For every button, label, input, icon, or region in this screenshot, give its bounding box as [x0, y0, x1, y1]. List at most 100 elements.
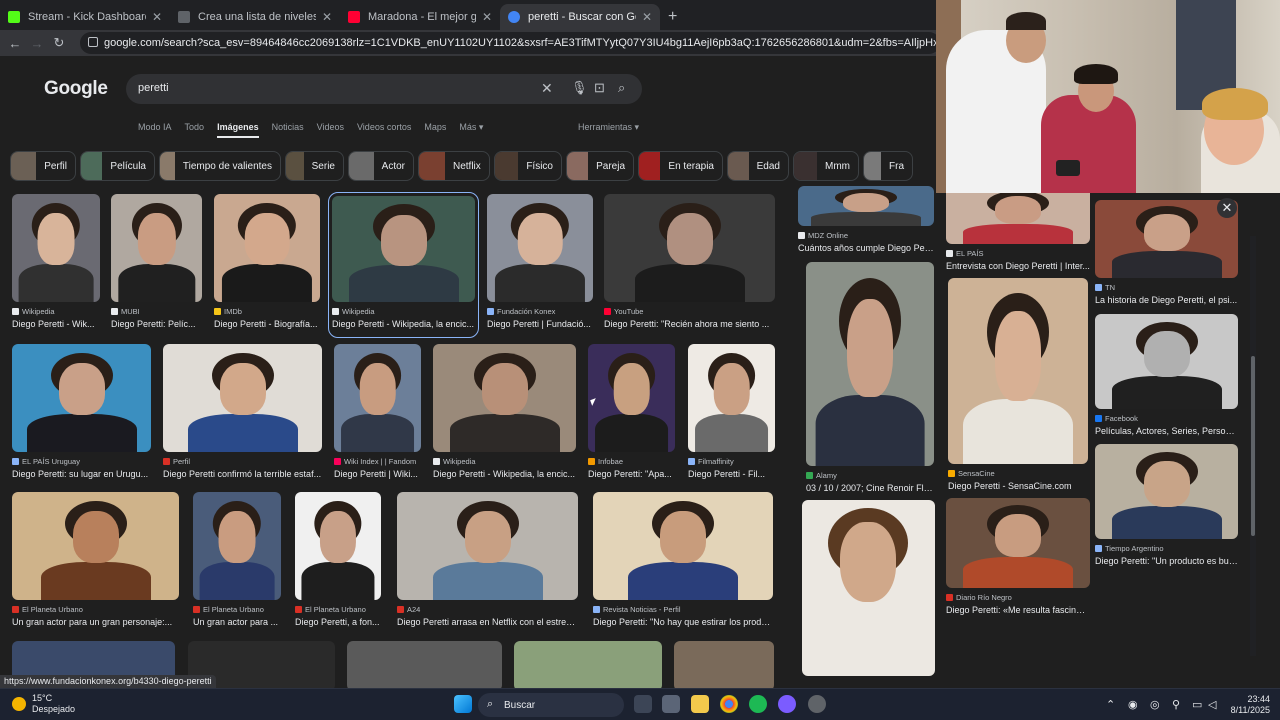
result-thumbnail[interactable] — [593, 492, 773, 600]
obs-icon[interactable] — [808, 695, 826, 713]
result-thumbnail[interactable] — [193, 492, 281, 600]
address-bar[interactable]: google.com/search?sca_esv=89464846cc2069… — [80, 32, 940, 54]
new-tab-button[interactable]: + — [660, 4, 685, 30]
image-result[interactable]: EL PAÍS Entrevista con Diego Peretti | In… — [946, 186, 1090, 276]
image-result[interactable] — [514, 641, 662, 688]
image-result[interactable]: MUBI Diego Peretti: Pelíc... — [111, 194, 202, 334]
result-caption[interactable]: Diego Peretti: «Me resulta fascinan... — [946, 605, 1090, 615]
task-view-icon[interactable] — [634, 695, 652, 713]
image-result[interactable]: YouTube Diego Peretti: "Recién ahora me s… — [604, 194, 775, 334]
reload-icon[interactable]: ↻ — [48, 35, 70, 51]
chip-10[interactable]: Mmm — [793, 151, 859, 181]
tools-button[interactable]: Herramientas ▾ — [578, 122, 639, 133]
result-caption[interactable]: Películas, Actores, Series, Person... — [1095, 426, 1238, 436]
image-result[interactable]: MDZ Online Cuántos años cumple Diego Pere… — [798, 186, 934, 258]
chip-5[interactable]: Netflix — [418, 151, 490, 181]
clear-icon[interactable]: ✕ — [541, 80, 553, 97]
close-tab-icon[interactable]: ✕ — [642, 10, 652, 24]
tab-kick[interactable]: Stream - Kick Dashboard ✕ — [0, 4, 170, 30]
result-thumbnail[interactable] — [946, 186, 1090, 244]
result-thumbnail[interactable] — [12, 344, 151, 452]
result-thumbnail[interactable] — [688, 344, 775, 452]
chip-11[interactable]: Fra — [863, 151, 913, 181]
result-thumbnail[interactable] — [111, 194, 202, 302]
result-caption[interactable]: Diego Peretti: Pelíc... — [111, 319, 202, 329]
image-result[interactable]: Facebook Películas, Actores, Series, Pers… — [1095, 314, 1238, 441]
tab-maradona[interactable]: Maradona - El mejor gol del sig ✕ — [340, 4, 500, 30]
image-result[interactable] — [802, 500, 935, 676]
forward-icon[interactable]: → — [26, 36, 48, 51]
spotify-icon[interactable] — [749, 695, 767, 713]
tray-icon[interactable]: ⚲ — [1172, 698, 1180, 711]
result-thumbnail[interactable] — [1095, 314, 1238, 409]
image-result[interactable]: Alamy 03 / 10 / 2007; Cine Renoir Florida… — [806, 262, 934, 498]
image-result[interactable]: Wikipedia Diego Peretti - Wikipedia, la e… — [328, 192, 479, 338]
store-icon[interactable] — [662, 695, 680, 713]
result-thumbnail[interactable] — [295, 492, 381, 600]
tab-google-search[interactable]: peretti - Buscar con Google ✕ — [500, 4, 660, 30]
result-thumbnail[interactable] — [948, 278, 1088, 464]
image-result[interactable]: El Planeta Urbano Un gran actor para un g… — [12, 492, 179, 632]
result-caption[interactable]: Diego Peretti - Wik... — [12, 319, 100, 329]
close-icon[interactable]: ✕ — [1217, 198, 1237, 218]
tray-icon[interactable]: ◉ — [1128, 698, 1138, 711]
result-thumbnail[interactable] — [588, 344, 675, 452]
result-thumbnail[interactable] — [806, 262, 934, 466]
tab-mas[interactable]: Más ▾ — [459, 122, 483, 138]
image-result[interactable]: TN La historia de Diego Peretti, el psi..… — [1095, 200, 1238, 310]
tab-modo-ia[interactable]: Modo IA — [138, 122, 172, 138]
result-thumbnail[interactable] — [334, 344, 421, 452]
clock[interactable]: 23:44 8/11/2025 — [1226, 694, 1270, 716]
result-thumbnail[interactable] — [1095, 200, 1238, 278]
result-caption[interactable]: Diego Peretti: "Recién ahora me siento .… — [604, 319, 775, 329]
image-result[interactable]: A24 Diego Peretti arrasa en Netflix con e… — [397, 492, 578, 632]
weather-widget[interactable]: 15°C Despejado — [12, 693, 75, 715]
tab-imagenes[interactable]: Imágenes — [217, 122, 259, 138]
image-result[interactable]: El Planeta Urbano Diego Peretti, a fon... — [295, 492, 381, 632]
result-caption[interactable]: Diego Peretti confirmó la terrible estaf… — [163, 469, 322, 479]
result-thumbnail[interactable] — [487, 194, 593, 302]
result-thumbnail[interactable] — [397, 492, 578, 600]
result-caption[interactable]: Diego Peretti arrasa en Netflix con el e… — [397, 617, 578, 627]
image-result[interactable] — [674, 641, 774, 688]
image-result[interactable]: Wiki Index | | Fandom Diego Peretti | Wik… — [334, 344, 421, 484]
image-result[interactable]: EL PAÍS Uruguay Diego Peretti: su lugar e… — [12, 344, 151, 484]
result-caption[interactable]: Diego Peretti - Wikipedia, la encic... — [433, 469, 576, 479]
site-info-icon[interactable] — [88, 37, 98, 47]
result-caption[interactable]: Diego Peretti - SensaCine.com — [948, 481, 1088, 491]
microphone-icon[interactable]: 🎙 — [571, 80, 588, 96]
result-thumbnail[interactable] — [1095, 444, 1238, 539]
chip-8[interactable]: En terapia — [638, 151, 723, 181]
close-tab-icon[interactable]: ✕ — [322, 10, 332, 24]
image-result[interactable]: Perfil Diego Peretti confirmó la terrible… — [163, 344, 322, 484]
result-caption[interactable]: Diego Peretti | Wiki... — [334, 469, 421, 479]
image-result[interactable]: Fundación Konex Diego Peretti | Fundació.… — [487, 194, 593, 334]
lens-icon[interactable]: ⊡ — [594, 80, 605, 96]
tab-todo[interactable]: Todo — [185, 122, 205, 138]
result-caption[interactable]: Diego Peretti - Biografía... — [214, 319, 320, 329]
tab-videos-cortos[interactable]: Videos cortos — [357, 122, 411, 138]
image-result[interactable]: Wikipedia Diego Peretti - Wikipedia, la e… — [433, 344, 576, 484]
result-thumbnail[interactable] — [332, 196, 475, 302]
search-icon[interactable]: ⌕ — [618, 80, 625, 96]
result-thumbnail[interactable] — [946, 498, 1090, 588]
chip-1[interactable]: Película — [80, 151, 155, 181]
result-caption[interactable]: Diego Peretti: "Apa... — [588, 469, 675, 479]
chip-9[interactable]: Edad — [727, 151, 789, 181]
image-result[interactable]: Revista Noticias - Perfil Diego Peretti: … — [593, 492, 773, 632]
tab-noticias[interactable]: Noticias — [272, 122, 304, 138]
image-result[interactable]: Filmaffinity Diego Peretti - Fil... — [688, 344, 775, 484]
result-caption[interactable]: Diego Peretti - Wikipedia, la encic... — [332, 319, 475, 329]
result-thumbnail[interactable] — [604, 194, 775, 302]
close-tab-icon[interactable]: ✕ — [152, 10, 162, 24]
image-result[interactable]: IMDb Diego Peretti - Biografía... — [214, 194, 320, 334]
result-caption[interactable]: Diego Peretti: "No hay que estirar los p… — [593, 617, 773, 627]
image-result[interactable]: Infobae Diego Peretti: "Apa... — [588, 344, 675, 484]
result-caption[interactable]: La historia de Diego Peretti, el psi... — [1095, 295, 1238, 305]
file-explorer-icon[interactable] — [691, 695, 709, 713]
google-logo[interactable]: Google — [44, 78, 108, 100]
result-caption[interactable]: 03 / 10 / 2007; Cine Renoir Florida... — [806, 483, 934, 493]
result-caption[interactable]: Entrevista con Diego Peretti | Inter... — [946, 261, 1090, 271]
tab-maps[interactable]: Maps — [424, 122, 446, 138]
image-result[interactable] — [347, 641, 502, 688]
